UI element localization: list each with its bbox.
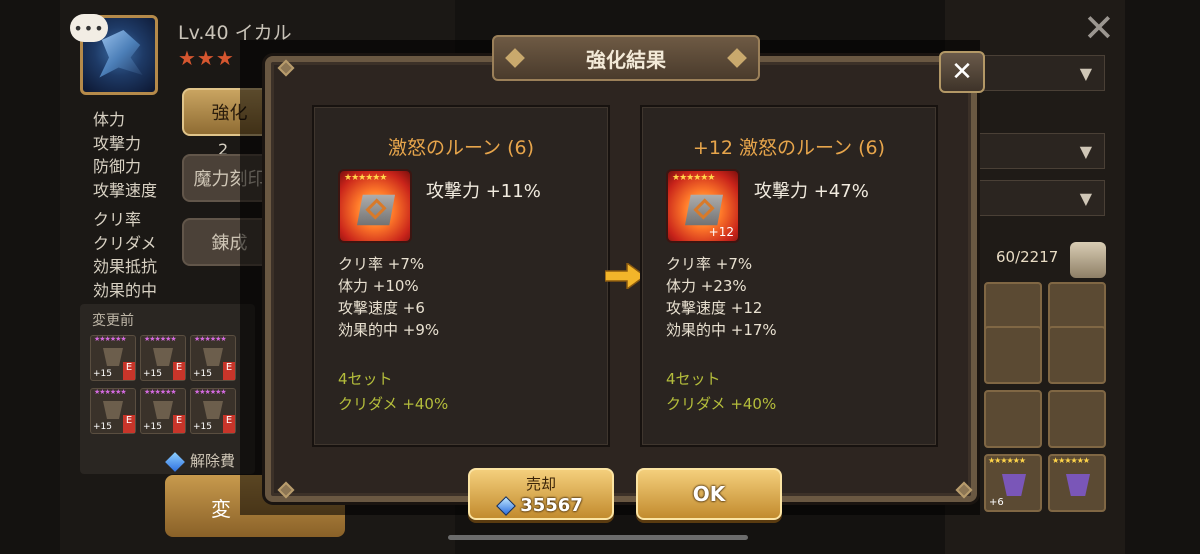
sub-stat: 攻撃速度 +12 (666, 299, 763, 317)
stat-label: 防御力 (93, 157, 142, 176)
rune-shape-icon (103, 348, 123, 366)
rune-shape-icon (1066, 474, 1090, 496)
stat-label: 攻撃力 (93, 133, 142, 153)
rune-shape-icon (153, 348, 173, 366)
stat-label: 効果的中 (93, 280, 158, 300)
background-close-icon[interactable]: ✕ (1083, 6, 1115, 50)
inventory-capacity: 60/2217 (996, 248, 1059, 266)
rune-shape-icon (103, 401, 123, 419)
stat-label: クリ率 (93, 210, 142, 229)
title-ornament-icon (727, 48, 747, 68)
rune-before-panel: 激怒のルーン (6) ★★★★★★ 攻撃力 +11% クリ率 +7% 体力 +1… (312, 105, 610, 447)
sell-label: 売却 (525, 475, 556, 493)
unit-stars: ★★★ (178, 46, 235, 70)
arrow-right-icon (605, 263, 645, 289)
rune-sub-stats: クリ率 +7% 体力 +23% 攻撃速度 +12 効果的中 +17% (666, 253, 777, 341)
ok-button[interactable]: OK (636, 468, 782, 520)
sub-stat: クリ率 +7% (338, 255, 425, 273)
close-button[interactable]: ✕ (939, 51, 985, 93)
title-ornament-icon (505, 48, 525, 68)
equipped-rune-slot-1[interactable]: ★★★★★★ +15 E (90, 335, 136, 381)
stat-label-list: 体力 攻撃力 防御力 攻撃速度 クリ率 クリダメ 効果抵抗 効果的中 (93, 108, 157, 302)
home-indicator[interactable] (448, 535, 748, 540)
crystal-icon (496, 495, 517, 516)
chat-bubble-icon[interactable]: ••• (70, 14, 108, 42)
stat-label: 効果抵抗 (93, 257, 158, 276)
rune-after-panel: +12 激怒のルーン (6) ★★★★★★ +12 攻撃力 +47% クリ率 +… (640, 105, 938, 447)
sub-stat: 効果的中 +9% (338, 321, 440, 339)
rune-shape-icon (203, 348, 223, 366)
inventory-slot[interactable] (1048, 326, 1106, 384)
before-change-label: 変更前 (92, 313, 134, 329)
sell-button[interactable]: 売却 35567 (468, 468, 614, 520)
equipped-rune-slot-2[interactable]: ★★★★★★ +15 E (140, 335, 186, 381)
rune-shape-icon (203, 401, 223, 419)
rune-stars: ★★★★★★ (344, 173, 387, 183)
set-bonus: クリダメ +40% (666, 395, 777, 413)
rune-set-info: 4セット クリダメ +40% (666, 367, 776, 417)
rune-main-stat: 攻撃力 +11% (426, 181, 541, 202)
rune-sub-stats: クリ率 +7% 体力 +10% 攻撃速度 +6 効果的中 +9% (338, 253, 439, 341)
rune-shape-icon (1002, 474, 1026, 496)
set-count: 4セット (666, 370, 721, 388)
filter-dropdown-3[interactable]: ▼ (960, 180, 1105, 216)
dialog-title-plate: 強化結果 (492, 35, 760, 81)
sell-price: 35567 (470, 495, 612, 516)
rune-bag-icon[interactable] (1070, 242, 1106, 278)
inventory-slot[interactable] (984, 326, 1042, 384)
equipped-rune-slot-5[interactable]: ★★★★★★ +15 E (140, 388, 186, 434)
crystal-icon (165, 451, 185, 472)
rune-level-badge: +12 (708, 225, 734, 239)
sub-stat: クリ率 +7% (666, 255, 753, 273)
rune-name: 激怒のルーン (6) (387, 137, 534, 159)
sub-stat: 体力 +10% (338, 277, 419, 295)
close-icon: ✕ (951, 57, 973, 87)
chevron-down-icon: ▼ (1079, 64, 1092, 83)
rune-stars: ★★★★★★ (672, 173, 715, 183)
inventory-rune-slot[interactable]: ★★★★★★ +6 (984, 454, 1042, 512)
inventory-slot[interactable] (984, 390, 1042, 448)
equipped-rune-slot-3[interactable]: ★★★★★★ +15 E (190, 335, 236, 381)
set-count: 4セット (338, 370, 393, 388)
set-bonus: クリダメ +40% (338, 395, 449, 413)
filter-dropdown-2[interactable]: ▼ (960, 133, 1105, 169)
sub-stat: 攻撃速度 +6 (338, 299, 425, 317)
dialog-title: 強化結果 (586, 47, 666, 72)
release-fee: 解除費 (165, 450, 235, 472)
rune-set-info: 4セット クリダメ +40% (338, 367, 448, 417)
sub-stat: 効果的中 +17% (666, 321, 777, 339)
rune-icon: ★★★★★★ +12 (666, 169, 740, 243)
rune-shape-icon (153, 401, 173, 419)
rune-name: +12 激怒のルーン (6) (692, 137, 886, 159)
rune-main-stat: 攻撃力 +47% (754, 181, 869, 202)
rune-icon: ★★★★★★ (338, 169, 412, 243)
inventory-slot[interactable] (1048, 390, 1106, 448)
stat-label: クリダメ (93, 233, 157, 253)
equipped-rune-slot-6[interactable]: ★★★★★★ +15 E (190, 388, 236, 434)
chevron-down-icon: ▼ (1079, 189, 1092, 208)
chevron-down-icon: ▼ (1079, 142, 1092, 161)
sub-stat: 体力 +23% (666, 277, 747, 295)
inventory-rune-slot[interactable]: ★★★★★★ (1048, 454, 1106, 512)
stat-label: 攻撃速度 (93, 180, 158, 200)
stat-label: 体力 (93, 110, 126, 129)
equipped-rune-slot-4[interactable]: ★★★★★★ +15 E (90, 388, 136, 434)
